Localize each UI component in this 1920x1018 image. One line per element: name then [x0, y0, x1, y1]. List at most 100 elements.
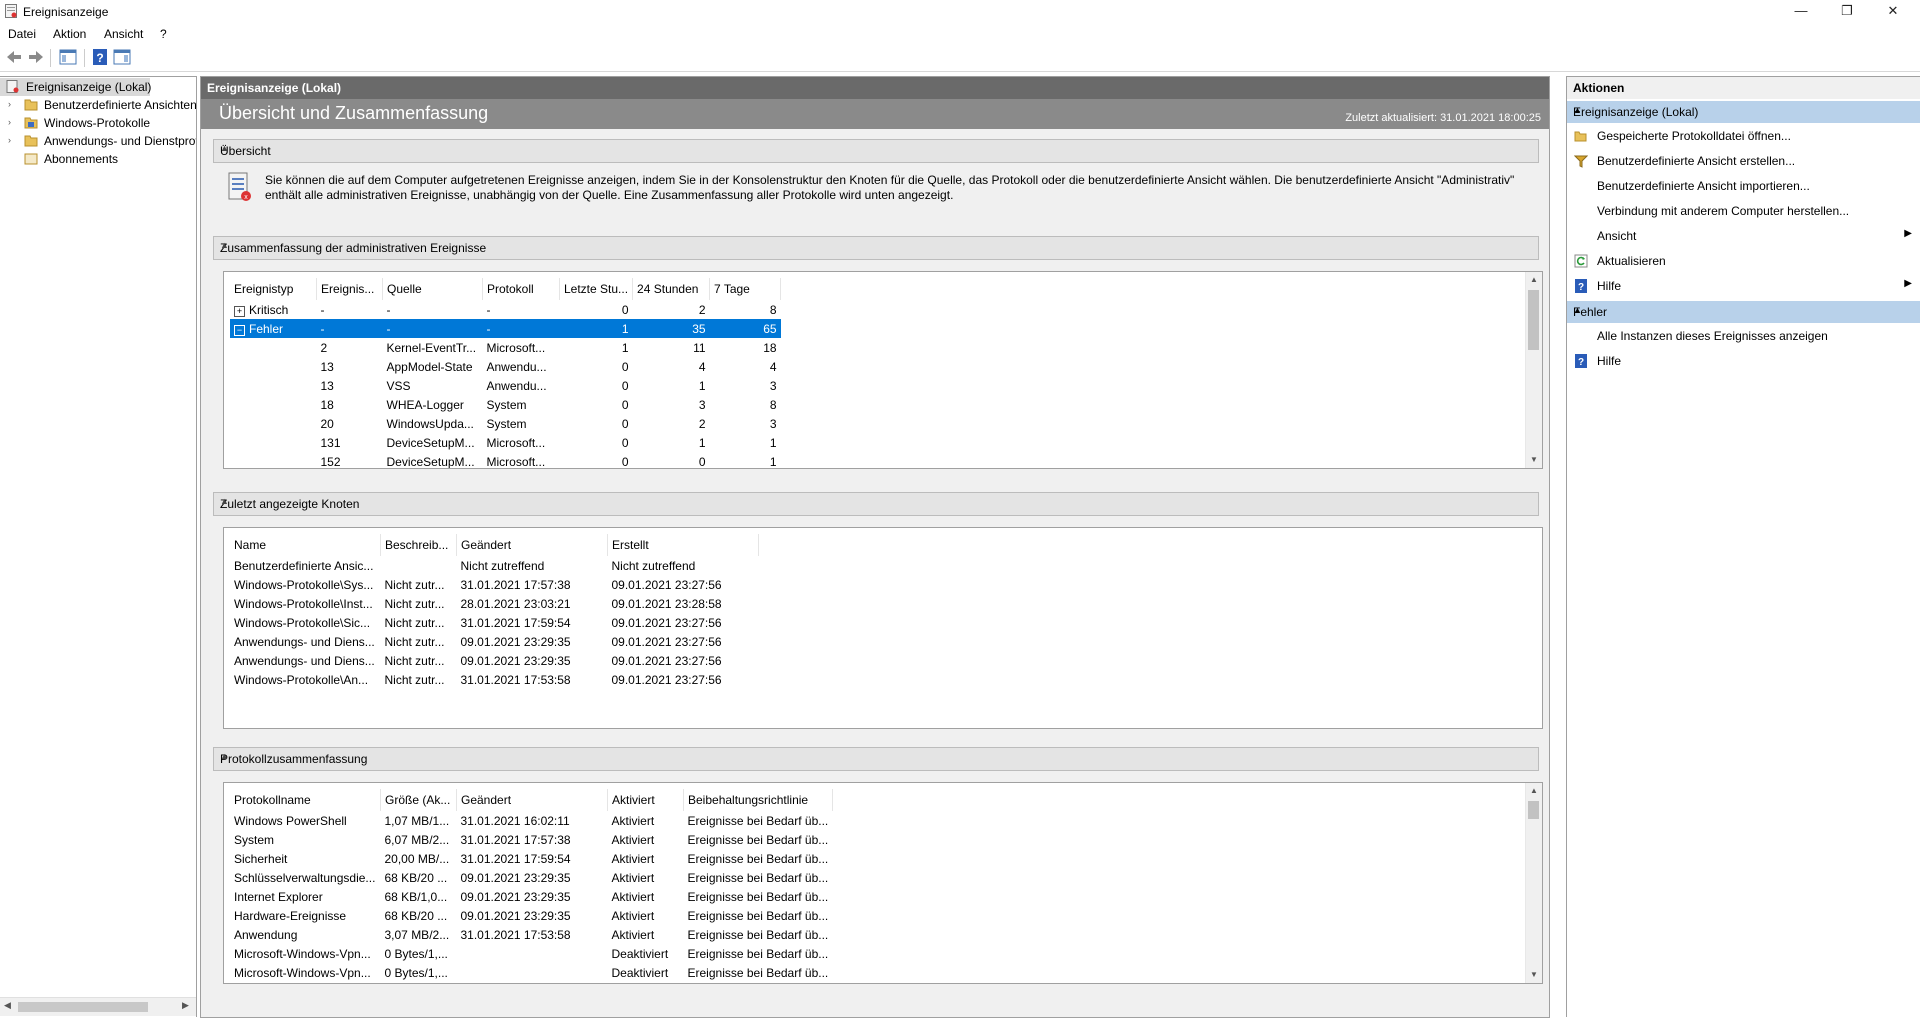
action-view[interactable]: Ansicht ▶: [1567, 224, 1920, 248]
action-help[interactable]: ? Hilfe ▶: [1567, 274, 1920, 298]
table-row[interactable]: 152 DeviceSetupM... Microsoft... 0 0 1: [230, 452, 781, 469]
table-row[interactable]: Sicherheit 20,00 MB/... 31.01.2021 17:59:5…: [230, 849, 833, 868]
table-row[interactable]: Anwendungs- und Diens... Nicht zutr... 09.…: [230, 632, 759, 651]
maximize-button[interactable]: ❐: [1824, 0, 1870, 24]
action-connect-computer[interactable]: Verbindung mit anderem Computer herstell…: [1567, 199, 1920, 223]
scrollbar-thumb[interactable]: [18, 1002, 148, 1012]
column-header[interactable]: Aktiviert: [607, 789, 684, 811]
collapse-icon[interactable]: ▲: [1573, 305, 1912, 315]
column-header[interactable]: Beschreib...: [380, 534, 457, 556]
table-row[interactable]: Windows-Protokolle\Inst... Nicht zutr... 2…: [230, 594, 759, 613]
table-row-error-selected[interactable]: − Fehler - - - 1 35 65: [230, 319, 781, 338]
scroll-down-icon[interactable]: ▼: [1526, 452, 1542, 468]
section-overview-header[interactable]: Übersicht ▲: [213, 139, 1539, 163]
scroll-up-icon[interactable]: ▲: [1526, 783, 1542, 799]
scroll-up-icon[interactable]: ▲: [1526, 272, 1542, 288]
table-cell: 0 Bytes/1,...: [384, 946, 448, 961]
column-header[interactable]: Geändert: [456, 789, 608, 811]
table-row[interactable]: 18 WHEA-Logger System 0 3 8: [230, 395, 781, 414]
table-row[interactable]: Hardware-Ereignisse 68 KB/20 ... 09.01.202…: [230, 906, 833, 925]
column-header[interactable]: Beibehaltungsrichtlinie: [683, 789, 833, 811]
table-row[interactable]: System 6,07 MB/2... 31.01.2021 17:57:38 Akt…: [230, 830, 833, 849]
menu-datei[interactable]: Datei: [8, 27, 36, 41]
log-summary-scrollbar[interactable]: ▲ ▼: [1525, 783, 1542, 983]
scroll-right-icon[interactable]: ▶: [182, 1000, 189, 1011]
collapse-icon[interactable]: ▲: [220, 240, 1532, 250]
collapse-icon[interactable]: −: [234, 324, 245, 336]
action-refresh[interactable]: Aktualisieren: [1567, 249, 1920, 273]
action-open-saved-log[interactable]: Gespeicherte Protokolldatei öffnen...: [1567, 124, 1920, 148]
table-row[interactable]: Windows PowerShell 1,07 MB/1... 31.01.2021…: [230, 811, 833, 830]
table-row[interactable]: Windows-Protokolle\Sys... Nicht zutr... 31…: [230, 575, 759, 594]
table-row[interactable]: 131 DeviceSetupM... Microsoft... 0 1 1: [230, 433, 781, 452]
table-cell: Aktiviert: [611, 870, 655, 885]
action-error-help[interactable]: ? Hilfe: [1567, 349, 1920, 373]
table-row[interactable]: Anwendungs- und Diens... Nicht zutr... 09.…: [230, 651, 759, 670]
help-icon: ?: [1575, 354, 1587, 368]
section-recent-nodes-header[interactable]: Zuletzt angezeigte Knoten ▲: [213, 492, 1539, 516]
actions-group-event-viewer[interactable]: Ereignisanzeige (Lokal) ▲: [1567, 101, 1920, 123]
column-header[interactable]: Protokoll: [482, 278, 560, 300]
column-header[interactable]: Protokollname: [230, 789, 381, 811]
table-row[interactable]: Internet Explorer 68 KB/1,0... 09.01.2021 …: [230, 887, 833, 906]
scroll-down-icon[interactable]: ▼: [1526, 967, 1542, 983]
table-row-critical[interactable]: + Kritisch - - - 0 2 8: [230, 300, 781, 319]
table-row[interactable]: 20 WindowsUpda... System 0 2 3: [230, 414, 781, 433]
column-header[interactable]: Erstellt: [607, 534, 759, 556]
chevron-right-icon[interactable]: ›: [8, 135, 18, 145]
action-create-custom-view[interactable]: Benutzerdefinierte Ansicht erstellen...: [1567, 149, 1920, 173]
table-row[interactable]: Anwendung 3,07 MB/2... 31.01.2021 17:53:58…: [230, 925, 833, 944]
table-row[interactable]: Microsoft-Windows-Vpn... 0 Bytes/1,... Dea…: [230, 944, 833, 963]
column-header[interactable]: 24 Stunden: [632, 278, 711, 300]
table-row[interactable]: Windows-Protokolle\Sic... Nicht zutr... 31…: [230, 613, 759, 632]
section-admin-summary-header[interactable]: Zusammenfassung der administrativen Erei…: [213, 236, 1539, 260]
column-header[interactable]: Quelle: [382, 278, 483, 300]
forward-arrow-icon[interactable]: [26, 48, 46, 66]
collapse-icon[interactable]: ▲: [220, 143, 1532, 153]
collapse-icon[interactable]: ▲: [220, 496, 1532, 506]
section-log-summary-header[interactable]: Protokollzusammenfassung ▲: [213, 747, 1539, 771]
table-row[interactable]: Schlüsselverwaltungsdie... 68 KB/20 ... 09…: [230, 868, 833, 887]
center-pane: Ereignisanzeige (Lokal) Übersicht und Zu…: [200, 76, 1550, 1018]
table-row[interactable]: 2 Kernel-EventTr... Microsoft... 1 11 18: [230, 338, 781, 357]
menu-ansicht[interactable]: Ansicht: [104, 27, 143, 41]
show-hide-tree-icon[interactable]: [58, 48, 78, 66]
action-import-custom-view[interactable]: Benutzerdefinierte Ansicht importieren..…: [1567, 174, 1920, 198]
tree-item-app-service-logs[interactable]: › Anwendungs- und Dienstprotokolle: [0, 132, 196, 150]
table-cell: 31.01.2021 17:59:54: [460, 851, 571, 866]
help-icon[interactable]: ?: [90, 48, 110, 66]
scrollbar-thumb[interactable]: [1528, 290, 1539, 350]
collapse-icon[interactable]: ▲: [220, 751, 1532, 761]
column-header[interactable]: Name: [230, 534, 381, 556]
table-cell: Aktiviert: [611, 908, 655, 923]
column-header[interactable]: Ereignis...: [316, 278, 383, 300]
menu-aktion[interactable]: Aktion: [53, 27, 86, 41]
table-row[interactable]: Benutzerdefinierte Ansic... Nicht zutreff…: [230, 556, 759, 575]
tree-item-event-viewer-local[interactable]: Ereignisanzeige (Lokal): [0, 78, 151, 96]
table-row[interactable]: Windows-Protokolle\An... Nicht zutr... 31.…: [230, 670, 759, 689]
expand-icon[interactable]: +: [234, 305, 245, 317]
column-header[interactable]: 7 Tage: [709, 278, 782, 300]
action-show-all-instances[interactable]: Alle Instanzen dieses Ereignisses anzeig…: [1567, 324, 1920, 348]
column-header[interactable]: Ereignistyp: [230, 278, 317, 300]
column-header[interactable]: Größe (Ak...: [380, 789, 457, 811]
collapse-icon[interactable]: ▲: [1573, 105, 1912, 115]
close-button[interactable]: ✕: [1870, 0, 1916, 24]
back-arrow-icon[interactable]: [4, 48, 24, 66]
table-row[interactable]: Microsoft-Windows-Vpn... 0 Bytes/1,... Dea…: [230, 963, 833, 982]
table-row[interactable]: 13 AppModel-State Anwendu... 0 4 4: [230, 357, 781, 376]
column-header[interactable]: Geändert: [456, 534, 608, 556]
actions-group-error[interactable]: Fehler ▲: [1567, 301, 1920, 323]
menu-help[interactable]: ?: [160, 27, 167, 41]
chevron-right-icon[interactable]: ›: [8, 99, 18, 109]
table-row[interactable]: 13 VSS Anwendu... 0 1 3: [230, 376, 781, 395]
tree-horizontal-scrollbar[interactable]: ◀ ▶: [0, 997, 196, 1016]
scrollbar-thumb[interactable]: [1528, 801, 1539, 819]
minimize-button[interactable]: —: [1778, 0, 1824, 24]
table-cell: 0: [621, 302, 629, 317]
show-hide-action-pane-icon[interactable]: [112, 48, 132, 66]
scroll-left-icon[interactable]: ◀: [4, 1000, 11, 1011]
chevron-right-icon[interactable]: ›: [8, 117, 18, 127]
admin-summary-scrollbar[interactable]: ▲ ▼: [1525, 272, 1542, 468]
column-header[interactable]: Letzte Stu...: [559, 278, 634, 300]
